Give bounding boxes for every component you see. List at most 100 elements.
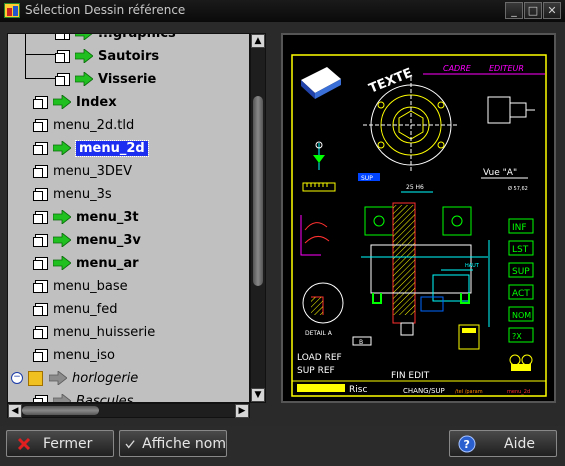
green-arrow-icon [53, 141, 71, 155]
tree-item[interactable]: Bascules [33, 390, 133, 402]
green-arrow-icon [75, 72, 93, 86]
tree-item[interactable]: menu_3t [33, 206, 139, 228]
tree-vertical-scrollbar[interactable]: ▲ ▼ [250, 33, 266, 403]
tree-connector [25, 54, 55, 55]
minimize-button[interactable]: _ [505, 2, 523, 19]
menu-btn-sup: SUP [512, 267, 530, 277]
document-icon [33, 257, 48, 270]
tree-item[interactable]: Sautoirs [55, 45, 159, 67]
red-x-icon [17, 437, 31, 450]
tree-item[interactable]: − horlogerie [11, 367, 138, 389]
drawing-diameter-label: Ø 57,62 [508, 185, 528, 192]
document-icon [33, 395, 48, 402]
tree-item[interactable]: menu_3DEV [33, 160, 132, 182]
tree-item[interactable]: ...graphics [55, 33, 176, 44]
document-icon [55, 73, 70, 86]
help-icon: ? [458, 435, 476, 452]
vertical-scroll-thumb[interactable] [253, 96, 263, 286]
document-icon [55, 34, 70, 40]
drawing-menu-name: menu_2d [507, 389, 530, 395]
tree-item-label: menu_base [53, 278, 128, 294]
scroll-down-button[interactable]: ▼ [251, 388, 265, 402]
drawing-fin-edit: FIN EDIT [391, 371, 430, 381]
document-icon [33, 234, 48, 247]
green-arrow-icon [75, 49, 93, 63]
document-icon [33, 165, 48, 178]
scroll-left-button[interactable]: ◀ [8, 404, 22, 418]
tree-item[interactable]: menu_3s [33, 183, 112, 205]
document-icon [33, 188, 48, 201]
document-icon [33, 280, 48, 293]
tree-item[interactable]: menu_3v [33, 229, 141, 251]
scroll-up-button[interactable]: ▲ [251, 34, 265, 48]
tree-item[interactable]: menu_ar [33, 252, 139, 274]
tree-item[interactable]: menu_2d.tld [33, 114, 134, 136]
checkmark-icon [125, 439, 135, 448]
green-arrow-icon [53, 95, 71, 109]
document-icon [33, 303, 48, 316]
tree-item-label: menu_3t [76, 209, 139, 225]
document-icon [33, 119, 48, 132]
tree-item[interactable]: Index [33, 91, 117, 113]
tree-item-label: Sautoirs [98, 48, 160, 64]
menu-btn-inf: INF [512, 223, 527, 233]
tree-item-label: menu_2d [75, 139, 149, 157]
close-button[interactable]: ✕ [543, 2, 561, 19]
tree-connector [25, 34, 26, 79]
fermer-label: Fermer [43, 435, 93, 452]
green-arrow-icon [75, 34, 93, 40]
tree-item-label: horlogerie [72, 370, 139, 386]
tree-item[interactable]: menu_iso [33, 344, 115, 366]
maximize-button[interactable]: □ [524, 2, 542, 19]
drawing-preview: CADRE EDITEUR TEXTE SUP Vue "A" Ø 57,62 … [281, 33, 556, 403]
tree-expander-icon[interactable]: − [11, 372, 23, 384]
drawing-hauteur-label: HAUT [465, 263, 480, 269]
horizontal-scroll-thumb[interactable] [22, 406, 99, 415]
tree-item-label: ...graphics [98, 33, 176, 41]
svg-text:?: ? [464, 438, 470, 451]
affiche-nom-button[interactable]: Affiche nom [119, 430, 227, 457]
menu-btn-help: ?X [512, 332, 522, 341]
drawing-sup-tag: SUP [361, 175, 373, 182]
drawing-tail-path: /tel /param [455, 389, 483, 395]
tree-item-label: Visserie [98, 71, 157, 87]
affiche-nom-label: Affiche nom [142, 435, 226, 452]
tree-item-label: menu_ar [76, 255, 139, 271]
tree-item[interactable]: menu_huisserie [33, 321, 155, 343]
document-icon [33, 211, 48, 224]
cad-drawing: CADRE EDITEUR TEXTE SUP Vue "A" Ø 57,62 … [291, 54, 547, 397]
tree-item-label: menu_3DEV [53, 163, 133, 179]
tree-item[interactable]: menu_2d [33, 137, 149, 159]
tree-connector [25, 78, 55, 79]
drawing-vue-label: Vue "A" [483, 168, 517, 178]
tree-item-label: menu_iso [53, 347, 115, 363]
drawing-sup-ref: SUP REF [297, 366, 335, 376]
fermer-button[interactable]: Fermer [6, 430, 114, 457]
drawing-menu-buttons: INF LST SUP ACT NOM ?X [508, 218, 534, 343]
tree-horizontal-scrollbar[interactable]: ◀ ▶ [7, 403, 250, 418]
folder-icon [28, 370, 43, 386]
tree-item-label: Index [76, 94, 117, 110]
tree-item-label: menu_huisserie [53, 324, 156, 340]
tree-item[interactable]: Visserie [55, 68, 156, 90]
green-arrow-icon [53, 256, 71, 270]
tree-item[interactable]: menu_base [33, 275, 128, 297]
drawing-detail-label: DETAIL A [305, 330, 333, 337]
menu-btn-lst: LST [512, 245, 529, 255]
document-icon [33, 349, 48, 362]
drawing-b-label: B [359, 339, 363, 346]
drawing-tree[interactable]: ...graphics Sautoirs Visserie Index menu_2d.… [7, 33, 250, 403]
scroll-right-button[interactable]: ▶ [235, 404, 249, 418]
green-arrow-icon [53, 233, 71, 247]
tree-item[interactable]: menu_fed [33, 298, 117, 320]
tree-item-label: menu_2d.tld [53, 117, 135, 133]
app-icon [4, 3, 20, 18]
drawing-editeur-label: EDITEUR [489, 64, 524, 73]
aide-button[interactable]: ? Aide [449, 430, 557, 457]
aide-label: Aide [504, 435, 535, 452]
menu-btn-act: ACT [512, 289, 530, 299]
document-icon [55, 50, 70, 63]
tree-item-label: menu_fed [53, 301, 118, 317]
document-icon [33, 142, 48, 155]
drawing-dim-label: 25 H6 [406, 184, 424, 191]
